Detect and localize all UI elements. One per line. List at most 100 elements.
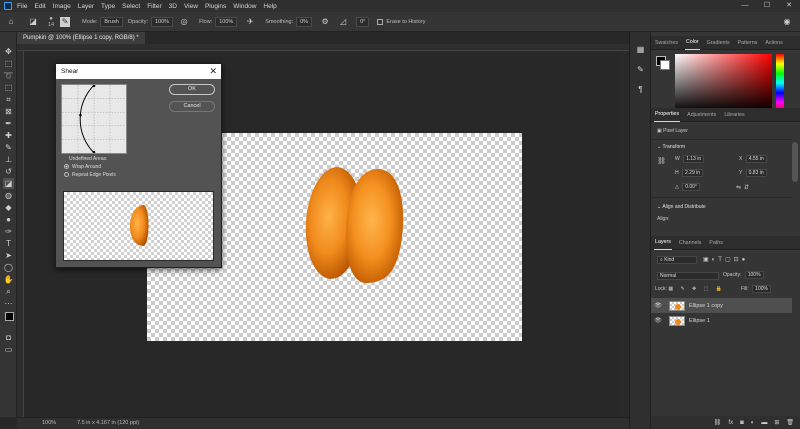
- flip-horizontal-icon[interactable]: ⇋: [736, 185, 744, 191]
- panel-background-swatch[interactable]: [660, 60, 670, 70]
- add-mask-icon[interactable]: ◙: [740, 420, 744, 426]
- pressure-size-icon[interactable]: ◉: [782, 17, 792, 27]
- tab-layers[interactable]: Layers: [654, 235, 672, 250]
- brush-tool-icon[interactable]: ✎: [3, 142, 14, 153]
- shear-curve[interactable]: [79, 85, 95, 153]
- ellipse-tool-icon[interactable]: ◯: [3, 262, 14, 273]
- foreground-color-swatch[interactable]: [5, 312, 14, 321]
- filter-smart-icon[interactable]: ⊡: [734, 257, 742, 263]
- blend-mode-select[interactable]: Normal: [657, 272, 719, 280]
- zoom-level[interactable]: 100%: [42, 418, 56, 429]
- opacity-input[interactable]: 100%: [150, 16, 174, 27]
- link-layers-icon[interactable]: ⛓: [714, 419, 722, 426]
- visibility-eye-icon[interactable]: 👁: [651, 302, 665, 309]
- lock-icons[interactable]: ▦ ✎ ✥ ⬚ 🔒: [668, 286, 725, 292]
- menu-image[interactable]: Image: [53, 3, 71, 10]
- height-input[interactable]: 2.29 in: [682, 169, 704, 177]
- repeat-edge-option[interactable]: Repeat Edge Pixels: [64, 172, 116, 178]
- y-input[interactable]: 0.83 in: [745, 169, 767, 177]
- properties-scrollbar[interactable]: [792, 142, 798, 182]
- paint-bucket-tool-icon[interactable]: ◍: [3, 190, 14, 201]
- pressure-opacity-icon[interactable]: ◎: [179, 17, 189, 27]
- tab-gradients[interactable]: Gradients: [706, 36, 731, 50]
- airbrush-icon[interactable]: ✈: [245, 17, 255, 27]
- visibility-eye-icon[interactable]: 👁: [651, 317, 665, 324]
- filter-type-icon[interactable]: T: [718, 257, 725, 263]
- vertical-ruler[interactable]: [17, 51, 24, 417]
- screen-mode-icon[interactable]: ▭: [3, 344, 14, 355]
- dialog-titlebar[interactable]: Shear ✕: [56, 64, 221, 79]
- crop-tool-icon[interactable]: ⌗: [3, 94, 14, 105]
- filter-shape-icon[interactable]: ▢: [725, 257, 734, 263]
- tab-libraries[interactable]: Libraries: [723, 108, 745, 122]
- vertical-scrollbar[interactable]: [621, 51, 629, 417]
- document-tab[interactable]: Pumpkin @ 100% (Ellipse 1 copy, RGB/8) *: [17, 32, 145, 44]
- filter-kind-select[interactable]: ⌕ Kind: [657, 256, 697, 264]
- healing-brush-tool-icon[interactable]: ✚: [3, 130, 14, 141]
- close-icon[interactable]: ✕: [209, 64, 217, 79]
- curve-point-middle[interactable]: [79, 113, 82, 117]
- tab-channels[interactable]: Channels: [678, 236, 702, 250]
- rotation-angle-input[interactable]: 0.00°: [682, 183, 700, 191]
- dodge-tool-icon[interactable]: ●: [3, 214, 14, 225]
- layer-opacity-input[interactable]: 100%: [744, 271, 764, 279]
- flow-input[interactable]: 100%: [215, 16, 238, 27]
- path-selection-tool-icon[interactable]: ➤: [3, 250, 14, 261]
- clone-stamp-tool-icon[interactable]: ⊥: [3, 154, 14, 165]
- align-header[interactable]: ⌄ Align and Distribute: [657, 204, 706, 210]
- menu-filter[interactable]: Filter: [147, 3, 161, 10]
- adjustment-layer-icon[interactable]: ◐: [751, 420, 755, 426]
- eraser-tool-icon[interactable]: ◪: [28, 17, 38, 27]
- photoshop-logo-icon[interactable]: [4, 2, 12, 10]
- move-tool-icon[interactable]: ✥: [3, 46, 14, 57]
- history-panel-icon[interactable]: ▦: [635, 44, 646, 55]
- tab-actions[interactable]: Actions: [764, 36, 783, 50]
- new-group-icon[interactable]: ▬: [761, 420, 767, 426]
- shear-curve-grid[interactable]: [61, 84, 127, 154]
- fill-input[interactable]: 100%: [752, 285, 771, 293]
- frame-tool-icon[interactable]: ⊠: [3, 106, 14, 117]
- marquee-tool-icon[interactable]: ⬚: [3, 58, 14, 69]
- menu-help[interactable]: Help: [263, 3, 276, 10]
- home-icon[interactable]: ⌂: [6, 17, 16, 27]
- repeat-edge-radio[interactable]: [64, 172, 69, 178]
- brush-settings-icon[interactable]: ✎: [60, 16, 71, 27]
- tab-properties[interactable]: Properties: [654, 107, 681, 122]
- mode-select[interactable]: Brush: [100, 16, 123, 27]
- menu-layer[interactable]: Layer: [78, 3, 94, 10]
- lasso-tool-icon[interactable]: ➰: [3, 70, 14, 81]
- menu-edit[interactable]: Edit: [34, 3, 45, 10]
- menu-type[interactable]: Type: [101, 3, 115, 10]
- tab-adjustments[interactable]: Adjustments: [686, 108, 717, 122]
- link-dimensions-icon[interactable]: ⛓: [657, 157, 666, 165]
- layer-row-ellipse-1-copy[interactable]: 👁 Ellipse 1 copy: [651, 298, 792, 313]
- color-picker-field[interactable]: [675, 54, 772, 112]
- quick-mask-icon[interactable]: ◘: [3, 332, 14, 343]
- delete-layer-icon[interactable]: 🗑: [786, 419, 794, 426]
- eraser-tool-icon[interactable]: ◪: [3, 178, 14, 189]
- close-window-button[interactable]: ✕: [778, 0, 800, 12]
- cancel-button[interactable]: Cancel: [169, 101, 215, 112]
- smoothing-input[interactable]: 0%: [296, 16, 313, 27]
- flip-vertical-icon[interactable]: ⇵: [744, 185, 752, 191]
- curve-point-bottom[interactable]: [92, 150, 96, 154]
- filter-pixel-icon[interactable]: ▣: [703, 257, 712, 263]
- horizontal-ruler[interactable]: [17, 44, 629, 51]
- new-layer-icon[interactable]: ⊞: [774, 419, 779, 426]
- layer-row-ellipse-1[interactable]: 👁 Ellipse 1: [651, 313, 792, 328]
- menu-select[interactable]: Select: [122, 3, 140, 10]
- eyedropper-tool-icon[interactable]: ✒: [3, 118, 14, 129]
- pen-tool-icon[interactable]: ✑: [3, 226, 14, 237]
- transform-header[interactable]: ⌄ Transform: [657, 144, 685, 150]
- menu-view[interactable]: View: [184, 3, 198, 10]
- layer-style-icon[interactable]: fx: [728, 420, 733, 426]
- brush-preset-picker[interactable]: ● 14: [48, 16, 54, 28]
- menu-window[interactable]: Window: [233, 3, 256, 10]
- zoom-tool-icon[interactable]: ⌕: [3, 286, 14, 297]
- blur-tool-icon[interactable]: ◆: [3, 202, 14, 213]
- tab-paths[interactable]: Paths: [708, 236, 724, 250]
- layer-name[interactable]: Ellipse 1: [689, 318, 710, 324]
- hue-slider[interactable]: [776, 54, 784, 112]
- smoothing-options-gear-icon[interactable]: ⚙: [320, 17, 330, 27]
- filter-toggle-icon[interactable]: ●: [742, 257, 749, 263]
